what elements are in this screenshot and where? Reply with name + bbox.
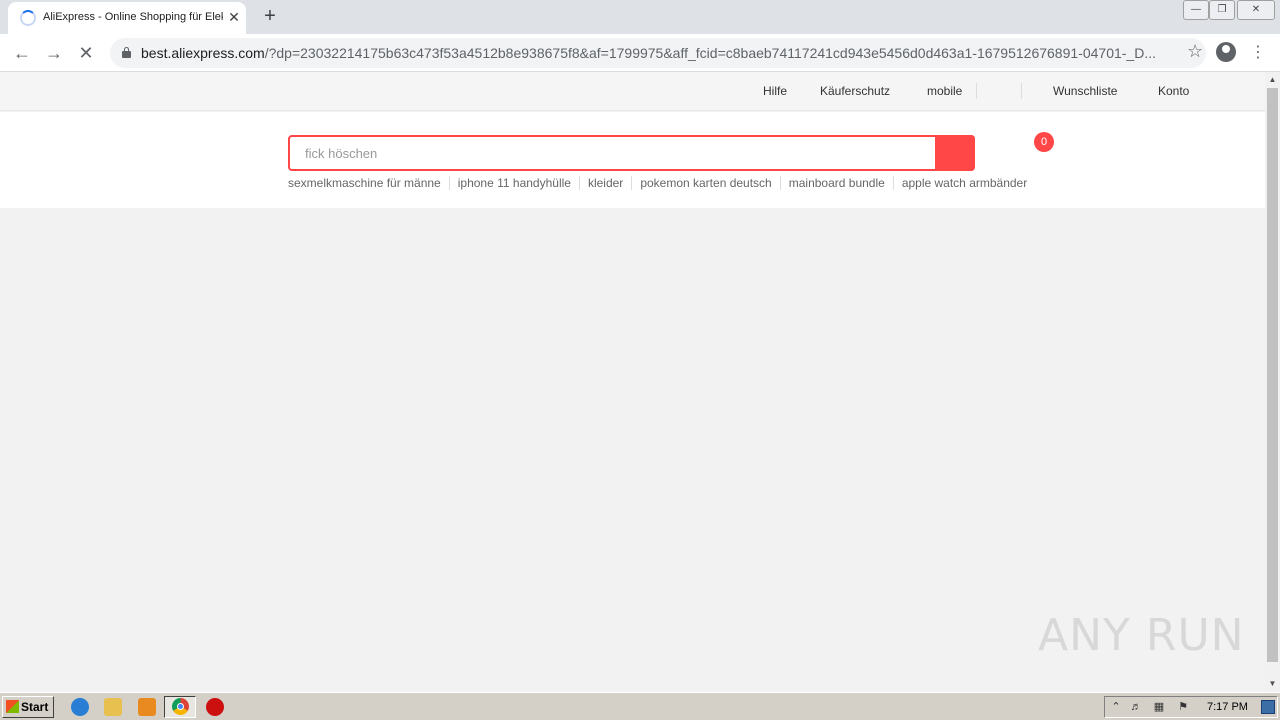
system-tray: ⌃ ♬ ▦ ⚑ 7:17 PM: [1104, 696, 1278, 718]
network-icon[interactable]: ▦: [1152, 700, 1166, 714]
close-window-button[interactable]: ✕: [1237, 0, 1275, 20]
url-text[interactable]: best.aliexpress.com/?dp=23032214175b63c4…: [141, 45, 1171, 61]
address-bar[interactable]: best.aliexpress.com/?dp=23032214175b63c4…: [110, 38, 1206, 68]
web-page: Hilfe Käuferschutz mobile Wunschliste Ko…: [0, 72, 1265, 692]
scroll-thumb[interactable]: [1267, 88, 1278, 662]
media-player-icon[interactable]: [138, 698, 156, 716]
tab-title: AliExpress - Online Shopping für Elektro…: [43, 11, 223, 23]
hot-search-words: sexmelkmaschine für männe iphone 11 handy…: [288, 176, 1035, 192]
start-label: Start: [21, 700, 49, 714]
site-header: 0 sexmelkmaschine für männeiphone 11 han…: [0, 112, 1265, 208]
maximize-button[interactable]: ❐: [1209, 0, 1235, 20]
opera-icon[interactable]: [206, 698, 224, 716]
page-scrollbar[interactable]: ▲ ▼: [1265, 72, 1280, 692]
windows-logo-icon: [6, 700, 19, 713]
bookmark-star-icon[interactable]: ☆: [1187, 41, 1203, 62]
chrome-menu-icon[interactable]: ⋮: [1250, 41, 1266, 65]
hot-word-link[interactable]: sexmelkmaschine für männe: [288, 176, 449, 190]
windows-taskbar: Start ⌃ ♬ ▦ ⚑ 7:17 PM: [0, 692, 1280, 720]
browser-tab[interactable]: AliExpress - Online Shopping für Elektro…: [8, 2, 246, 34]
chrome-icon: [172, 698, 189, 715]
hot-word-link[interactable]: iphone 11 handyhülle: [448, 176, 579, 190]
divider: [1021, 83, 1022, 99]
divider: [976, 83, 977, 99]
taskbar-clock[interactable]: 7:17 PM: [1207, 701, 1248, 713]
hot-word-link[interactable]: apple watch armbänder: [892, 176, 1035, 190]
scroll-down-arrow-icon[interactable]: ▼: [1265, 676, 1280, 691]
search-input[interactable]: [290, 137, 936, 169]
anyrun-watermark: ANY RUN: [1038, 610, 1245, 661]
url-host: best.aliexpress.com: [141, 45, 265, 61]
hot-word-link[interactable]: kleider: [578, 176, 631, 190]
start-button[interactable]: Start: [2, 696, 54, 718]
minimize-button[interactable]: —: [1183, 0, 1209, 20]
buyer-protection-link[interactable]: Käuferschutz: [820, 84, 890, 98]
cart-count-badge[interactable]: 0: [1034, 132, 1054, 152]
profile-avatar-icon[interactable]: [1216, 42, 1236, 62]
scroll-up-arrow-icon[interactable]: ▲: [1265, 72, 1280, 87]
mobile-link[interactable]: mobile: [927, 84, 962, 98]
file-explorer-icon[interactable]: [104, 698, 122, 716]
hot-word-link[interactable]: mainboard bundle: [779, 176, 893, 190]
show-desktop-icon[interactable]: [1261, 700, 1275, 714]
browser-tab-strip: AliExpress - Online Shopping für Elektro…: [0, 0, 1280, 34]
back-arrow-icon[interactable]: ←: [10, 41, 34, 65]
forward-arrow-icon[interactable]: →: [42, 41, 66, 65]
site-top-bar: Hilfe Käuferschutz mobile Wunschliste Ko…: [0, 72, 1265, 111]
loading-spinner-icon: [20, 10, 36, 26]
tab-close-icon[interactable]: ✕: [226, 9, 242, 25]
lock-icon[interactable]: [122, 47, 131, 58]
browser-toolbar: ← → ✕ best.aliexpress.com/?dp=2303221417…: [0, 34, 1280, 72]
hot-word-link[interactable]: pokemon karten deutsch: [631, 176, 779, 190]
new-tab-button[interactable]: +: [258, 5, 282, 29]
action-center-flag-icon[interactable]: ⚑: [1176, 700, 1190, 714]
account-link[interactable]: Konto: [1158, 84, 1189, 98]
url-path: /?dp=23032214175b63c473f53a4512b8e938675…: [264, 45, 1156, 61]
stop-loading-icon[interactable]: ✕: [74, 41, 98, 65]
search-box: [288, 135, 975, 171]
help-link[interactable]: Hilfe: [763, 84, 787, 98]
internet-explorer-icon[interactable]: [71, 698, 89, 716]
volume-icon[interactable]: ♬: [1129, 700, 1143, 714]
wishlist-link[interactable]: Wunschliste: [1053, 84, 1117, 98]
tray-expand-icon[interactable]: ⌃: [1109, 700, 1123, 714]
search-button[interactable]: [935, 135, 975, 171]
chrome-taskbar-button[interactable]: [164, 696, 196, 718]
